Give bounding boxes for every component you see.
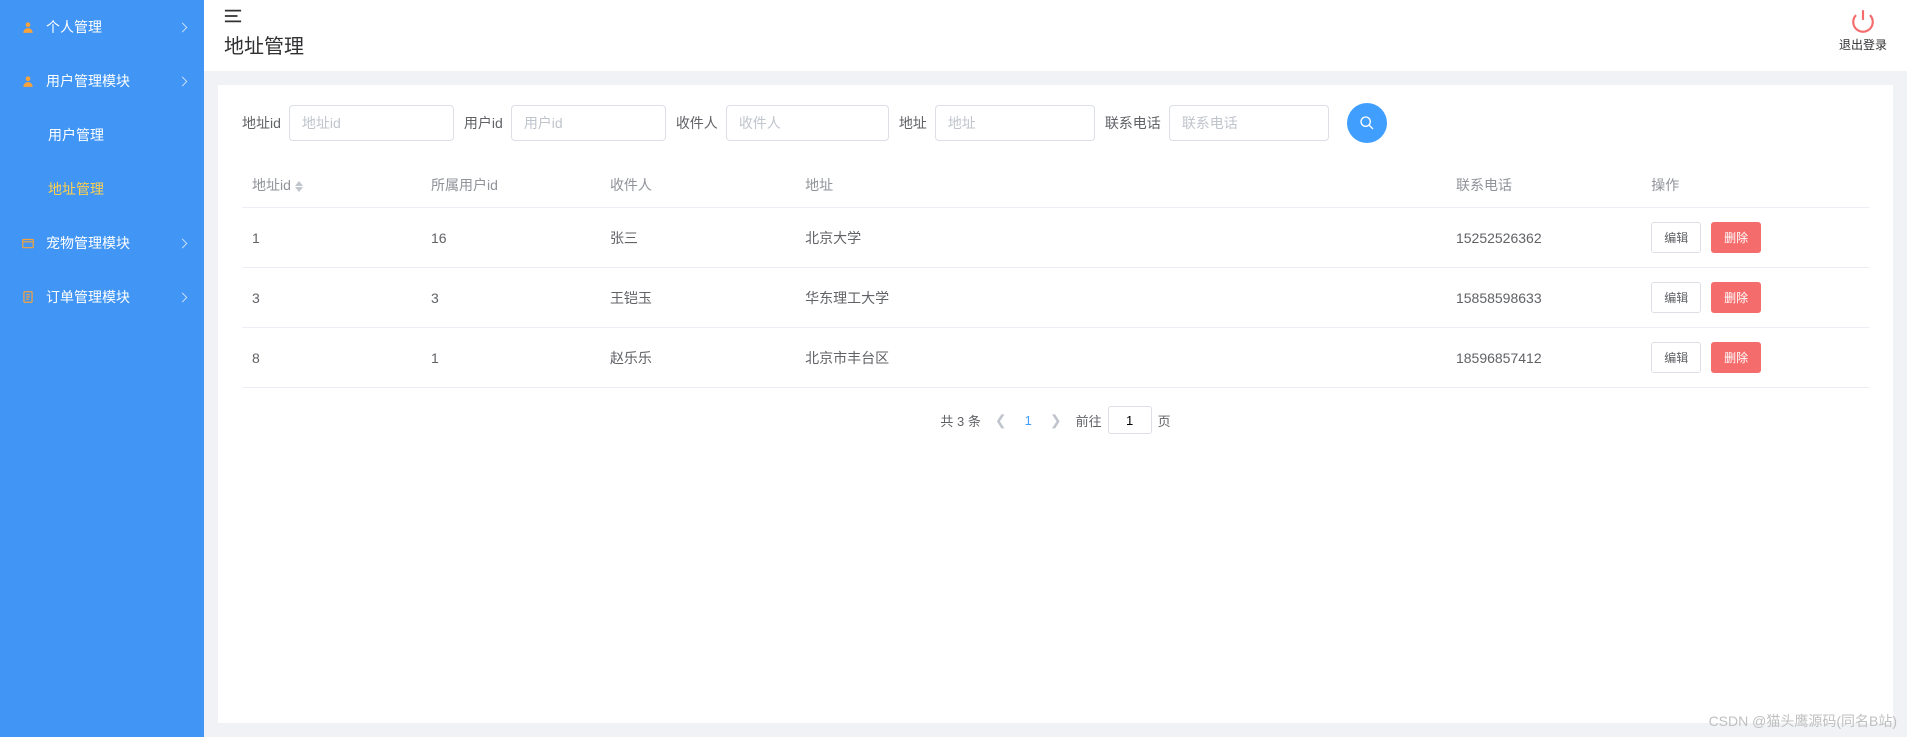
cell-id: 1 <box>242 208 421 268</box>
edit-button[interactable]: 编辑 <box>1651 342 1701 373</box>
page-number[interactable]: 1 <box>1021 413 1036 428</box>
cell-id: 8 <box>242 328 421 388</box>
user-icon <box>20 73 36 89</box>
sidebar-item-address-mgmt[interactable]: 地址管理 <box>0 162 204 216</box>
cell-user-id: 16 <box>421 208 600 268</box>
content-panel: 地址id 用户id 收件人 地址 联系电话 <box>218 85 1893 723</box>
sidebar: 个人管理 用户管理模块 用户管理 地址管理 宠物管理模块 订单管理模块 <box>0 0 204 737</box>
col-address-id[interactable]: 地址id <box>242 163 421 208</box>
cell-recipient: 王铠玉 <box>600 268 795 328</box>
header: 地址管理 退出登录 <box>204 0 1907 71</box>
goto-suffix: 页 <box>1158 411 1171 430</box>
user-icon <box>20 19 36 35</box>
sidebar-item-label: 宠物管理模块 <box>46 233 130 253</box>
cell-actions: 编辑 删除 <box>1641 328 1869 388</box>
cell-address: 华东理工大学 <box>795 268 1446 328</box>
goto-input[interactable] <box>1108 406 1152 434</box>
col-recipient: 收件人 <box>600 163 795 208</box>
main-area: 地址管理 退出登录 地址id 用户id 收件人 <box>204 0 1907 737</box>
table-row: 3 3 王铠玉 华东理工大学 15858598633 编辑 删除 <box>242 268 1869 328</box>
power-icon <box>1850 8 1876 34</box>
sidebar-item-user-module[interactable]: 用户管理模块 <box>0 54 204 108</box>
filter-bar: 地址id 用户id 收件人 地址 联系电话 <box>242 103 1869 143</box>
logout-label: 退出登录 <box>1839 36 1887 53</box>
filter-input-address-id[interactable] <box>289 105 454 141</box>
cell-phone: 15858598633 <box>1446 268 1641 328</box>
clipboard-icon <box>20 289 36 305</box>
sidebar-item-label: 用户管理 <box>48 125 104 145</box>
delete-button[interactable]: 删除 <box>1711 222 1761 253</box>
sidebar-item-label: 订单管理模块 <box>46 287 130 307</box>
filter-label-recipient: 收件人 <box>676 113 718 133</box>
pagination-total: 共 3 条 <box>940 411 980 430</box>
cell-address: 北京市丰台区 <box>795 328 1446 388</box>
col-address: 地址 <box>795 163 1446 208</box>
cell-actions: 编辑 删除 <box>1641 268 1869 328</box>
filter-label-phone: 联系电话 <box>1105 113 1161 133</box>
cell-user-id: 3 <box>421 268 600 328</box>
search-icon <box>1359 115 1375 131</box>
watermark: CSDN @猫头鹰源码(同名B站) <box>1709 711 1897 731</box>
filter-input-user-id[interactable] <box>511 105 666 141</box>
cell-actions: 编辑 删除 <box>1641 208 1869 268</box>
sidebar-item-order-module[interactable]: 订单管理模块 <box>0 270 204 324</box>
page-title: 地址管理 <box>224 30 304 59</box>
cell-address: 北京大学 <box>795 208 1446 268</box>
table-row: 8 1 赵乐乐 北京市丰台区 18596857412 编辑 删除 <box>242 328 1869 388</box>
cell-recipient: 赵乐乐 <box>600 328 795 388</box>
sidebar-item-label: 用户管理模块 <box>46 71 130 91</box>
filter-input-phone[interactable] <box>1169 105 1329 141</box>
cell-id: 3 <box>242 268 421 328</box>
filter-label-user-id: 用户id <box>464 113 503 133</box>
edit-button[interactable]: 编辑 <box>1651 282 1701 313</box>
col-phone: 联系电话 <box>1446 163 1641 208</box>
page-prev[interactable]: ❮ <box>995 412 1007 429</box>
delete-button[interactable]: 删除 <box>1711 282 1761 313</box>
sort-icon <box>295 181 303 192</box>
filter-label-address: 地址 <box>899 113 927 133</box>
sidebar-item-label: 地址管理 <box>48 179 104 199</box>
sidebar-item-personal[interactable]: 个人管理 <box>0 0 204 54</box>
cell-phone: 15252526362 <box>1446 208 1641 268</box>
sidebar-item-pet-module[interactable]: 宠物管理模块 <box>0 216 204 270</box>
cell-recipient: 张三 <box>600 208 795 268</box>
table-header-row: 地址id 所属用户id 收件人 地址 联系电话 操作 <box>242 163 1869 208</box>
box-icon <box>20 235 36 251</box>
page-jump: 前往 页 <box>1076 406 1171 434</box>
filter-input-recipient[interactable] <box>726 105 889 141</box>
goto-prefix: 前往 <box>1076 411 1102 430</box>
col-actions: 操作 <box>1641 163 1869 208</box>
cell-user-id: 1 <box>421 328 600 388</box>
cell-phone: 18596857412 <box>1446 328 1641 388</box>
address-table: 地址id 所属用户id 收件人 地址 联系电话 操作 1 16 张三 北京大学 … <box>242 163 1869 388</box>
sidebar-item-label: 个人管理 <box>46 17 102 37</box>
delete-button[interactable]: 删除 <box>1711 342 1761 373</box>
logout-button[interactable]: 退出登录 <box>1839 8 1887 53</box>
pagination: 共 3 条 ❮ 1 ❯ 前往 页 <box>242 406 1869 434</box>
filter-label-address-id: 地址id <box>242 113 281 133</box>
table-row: 1 16 张三 北京大学 15252526362 编辑 删除 <box>242 208 1869 268</box>
page-next[interactable]: ❯ <box>1050 412 1062 429</box>
sidebar-item-user-mgmt[interactable]: 用户管理 <box>0 108 204 162</box>
filter-input-address[interactable] <box>935 105 1095 141</box>
hamburger-icon[interactable] <box>224 8 244 24</box>
col-user-id: 所属用户id <box>421 163 600 208</box>
edit-button[interactable]: 编辑 <box>1651 222 1701 253</box>
search-button[interactable] <box>1347 103 1387 143</box>
